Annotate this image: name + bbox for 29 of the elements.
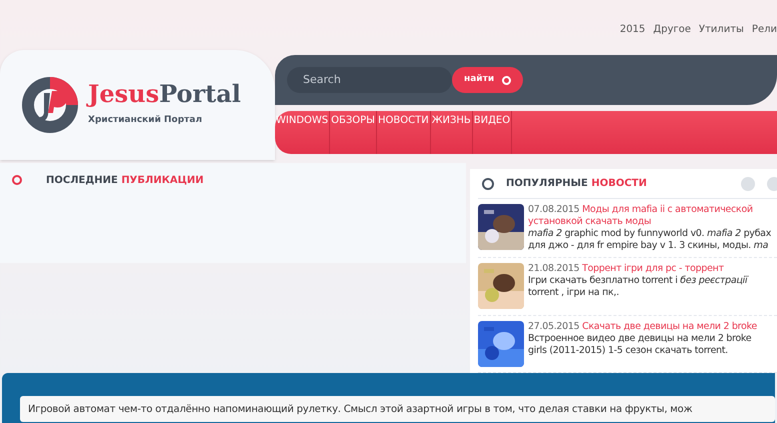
ring-icon [12, 175, 22, 185]
tagline: Христианский Портал [88, 114, 204, 128]
logo-text: JesusPortal [88, 82, 241, 106]
news-headline[interactable]: 21.08.2015 Торрент ігри для pc - торрент [528, 263, 777, 276]
news-headline[interactable]: 27.05.2015 Скачать две девицы на мели 2 broke [528, 320, 777, 333]
news-headline[interactable]: 07.08.2015 Моды для mafia ii с автоматической установкой скачать моды [528, 204, 777, 228]
next-button[interactable] [767, 176, 777, 191]
news-snippet: для джо - для fr empire bay v 1. 3 скины, моды. ma [528, 240, 770, 252]
news-snippet: girls (2011-2015) 1-5 сезон скачать torrent. [528, 344, 729, 357]
menu-item[interactable]: WINDOWS [275, 111, 330, 154]
menu-item[interactable]: ЖИЗНЬ [430, 111, 473, 154]
menu-item[interactable]: НОВОСТИ [377, 111, 431, 154]
search-field[interactable]: Search [287, 67, 452, 93]
news-snippet: torrent , ігри на пк,. [528, 287, 620, 300]
section-title: ПОСЛЕДНИЕ ПУБЛИКАЦИИ [46, 174, 204, 188]
top-link[interactable]: Рели [752, 22, 777, 36]
top-link[interactable]: Утилиты [698, 22, 744, 36]
previous-button[interactable] [741, 176, 755, 191]
ticker-text: Игровой автомат чем-то отдалённо напоминающий рулетку. Смысл этой азартной игры в том, что делая ставки на фрукты, мож [20, 396, 775, 422]
menu-item[interactable]: ОБЗОРЫ [330, 111, 377, 154]
search-button[interactable]: найти [452, 67, 524, 93]
ring-icon [482, 178, 494, 190]
top-link[interactable]: Другое [653, 22, 691, 36]
news-snippet: Ігри скачать безплатно torrent і без реєстрації [528, 275, 750, 288]
menu-item[interactable]: ВИДЕО [472, 111, 512, 154]
news-snippet: mafia 2 graphic mod by funnyworld v0. mafia 2 рубах [528, 228, 772, 240]
top-link[interactable]: 2015 [620, 22, 646, 36]
news-snippet: Встроенное видео две девицы на мели 2 broke [528, 332, 752, 345]
section-title: ПОПУЛЯРНЫЕ НОВОСТИ [506, 177, 647, 192]
